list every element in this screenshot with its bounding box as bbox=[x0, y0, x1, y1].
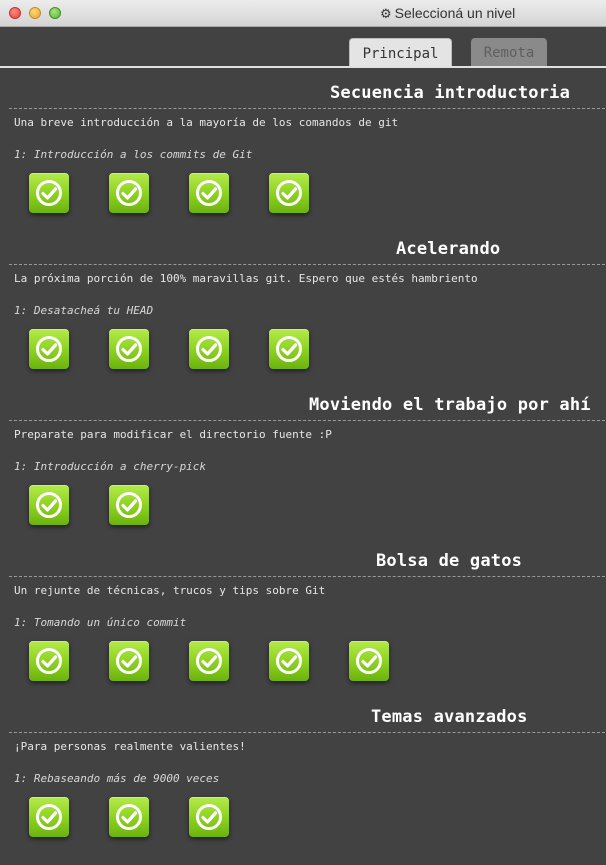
window-title-text: Seleccioná un nivel bbox=[394, 5, 516, 21]
level-button[interactable] bbox=[269, 173, 309, 213]
level-button[interactable] bbox=[29, 485, 69, 525]
checkmark-icon bbox=[116, 648, 142, 674]
checkmark-icon bbox=[36, 336, 62, 362]
section-divider bbox=[9, 576, 605, 577]
checkmark-icon bbox=[116, 804, 142, 830]
gear-icon: ⚙ bbox=[380, 6, 392, 21]
level-button[interactable] bbox=[109, 329, 149, 369]
checkmark-icon bbox=[196, 804, 222, 830]
level-button[interactable] bbox=[349, 641, 389, 681]
section-divider bbox=[9, 420, 605, 421]
level-button[interactable] bbox=[29, 641, 69, 681]
level-button[interactable] bbox=[189, 641, 229, 681]
window-titlebar: ⚙ Seleccioná un nivel bbox=[0, 0, 606, 27]
section-description: Preparate para modificar el directorio f… bbox=[14, 428, 332, 441]
checkmark-icon bbox=[196, 336, 222, 362]
sequence-label: 1: Rebaseando más de 9000 veces bbox=[14, 772, 220, 785]
section-description: ¡Para personas realmente valientes! bbox=[14, 740, 246, 753]
checkmark-icon bbox=[116, 180, 142, 206]
checkmark-icon bbox=[36, 492, 62, 518]
checkmark-icon bbox=[276, 648, 302, 674]
checkmark-icon bbox=[356, 648, 382, 674]
level-button[interactable] bbox=[189, 173, 229, 213]
sequence-label: 1: Introducción a cherry-pick bbox=[14, 460, 207, 473]
level-button[interactable] bbox=[189, 329, 229, 369]
section-divider bbox=[9, 264, 605, 265]
checkmark-icon bbox=[276, 336, 302, 362]
level-button[interactable] bbox=[109, 797, 149, 837]
checkmark-icon bbox=[36, 648, 62, 674]
tab-divider bbox=[0, 66, 606, 68]
checkmark-icon bbox=[36, 804, 62, 830]
checkmark-icon bbox=[116, 336, 142, 362]
sequence-label: 1: Tomando un único commit bbox=[14, 616, 187, 629]
section-description: Un rejunte de técnicas, trucos y tips so… bbox=[14, 584, 326, 597]
section-title: Temas avanzados bbox=[371, 707, 528, 727]
close-window-button[interactable] bbox=[9, 7, 21, 19]
sequence-label: 1: Introducción a los commits de Git bbox=[14, 148, 253, 161]
tab-principal[interactable]: Principal bbox=[349, 38, 452, 66]
checkmark-icon bbox=[196, 180, 222, 206]
section-title: Acelerando bbox=[396, 239, 501, 259]
level-button[interactable] bbox=[189, 797, 229, 837]
level-button[interactable] bbox=[29, 173, 69, 213]
section-title: Secuencia introductoria bbox=[330, 83, 571, 103]
minimize-window-button[interactable] bbox=[29, 7, 41, 19]
level-button[interactable] bbox=[29, 329, 69, 369]
level-button[interactable] bbox=[29, 797, 69, 837]
section-description: La próxima porción de 100% maravillas gi… bbox=[14, 272, 478, 285]
window-title: ⚙ Seleccioná un nivel bbox=[380, 5, 515, 22]
section-divider bbox=[9, 732, 605, 733]
checkmark-icon bbox=[116, 492, 142, 518]
tab-remota[interactable]: Remota bbox=[471, 38, 547, 66]
checkmark-icon bbox=[196, 648, 222, 674]
level-button[interactable] bbox=[109, 485, 149, 525]
checkmark-icon bbox=[36, 180, 62, 206]
level-button[interactable] bbox=[269, 329, 309, 369]
sequence-label: 1: Desatacheá tu HEAD bbox=[14, 304, 154, 317]
section-title: Bolsa de gatos bbox=[376, 551, 523, 571]
checkmark-icon bbox=[276, 180, 302, 206]
level-button[interactable] bbox=[109, 641, 149, 681]
section-divider bbox=[9, 108, 605, 109]
maximize-window-button[interactable] bbox=[49, 7, 61, 19]
section-description: Una breve introducción a la mayoría de l… bbox=[14, 116, 399, 129]
section-title: Moviendo el trabajo por ahí bbox=[309, 395, 591, 415]
level-button[interactable] bbox=[109, 173, 149, 213]
level-button[interactable] bbox=[269, 641, 309, 681]
